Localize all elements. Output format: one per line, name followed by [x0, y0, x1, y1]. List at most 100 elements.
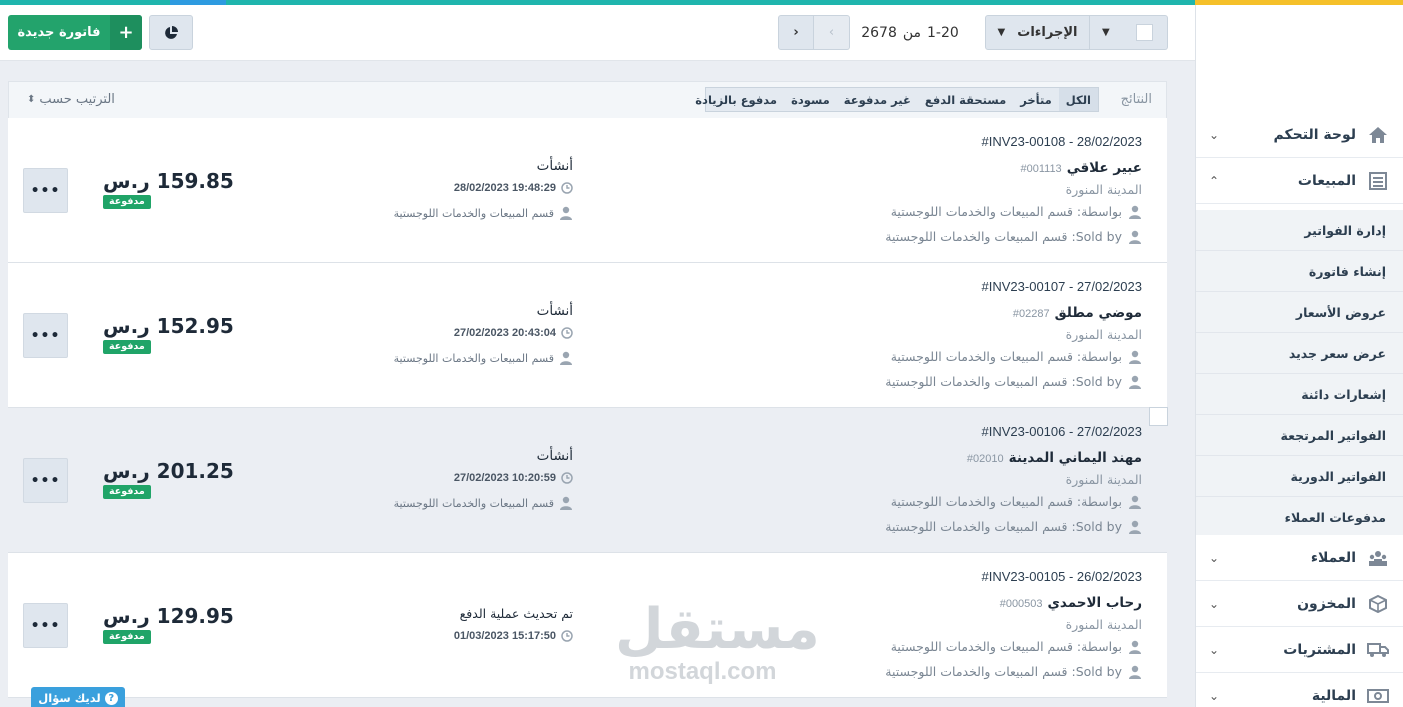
- invoice-amount: 201.25 ر.س: [103, 459, 234, 483]
- tab-due[interactable]: مستحقة الدفع: [918, 88, 1013, 111]
- submenu-item-credit-notes[interactable]: إشعارات دائنة: [1196, 374, 1403, 415]
- submenu-item-quotes[interactable]: عروض الأسعار: [1196, 292, 1403, 333]
- invoice-title[interactable]: #INV23-00106 - 27/02/2023: [982, 424, 1142, 439]
- caret-down-icon: ▼: [997, 27, 1006, 38]
- submenu-item-client-payments[interactable]: مدفوعات العملاء: [1196, 497, 1403, 538]
- client-number: #02010: [966, 453, 1004, 465]
- clock-icon: [561, 327, 573, 339]
- chevron-down-icon: ⌄: [1208, 596, 1220, 611]
- tab-overdue[interactable]: متأخر: [1013, 88, 1059, 111]
- sort-dropdown[interactable]: الترتيب حسب ⬍: [27, 92, 115, 107]
- activity-time-text: 15:17:50 01/03/2023: [453, 630, 556, 642]
- created-by: بواسطة: قسم المبيعات والخدمات اللوجستية: [891, 204, 1142, 219]
- sidebar-item-label: لوحة التحكم: [1273, 126, 1356, 143]
- home-icon: [1366, 124, 1390, 146]
- tab-unpaid[interactable]: غير مدفوعة: [837, 88, 918, 111]
- sidebar-item-clients[interactable]: العملاء ⌄: [1196, 535, 1403, 581]
- sidebar-item-dashboard[interactable]: لوحة التحكم ⌄: [1196, 112, 1403, 158]
- submenu-item-new-quote[interactable]: عرض سعر جديد: [1196, 333, 1403, 374]
- status-badge: مدفوعة: [103, 630, 151, 644]
- chevron-down-icon: ⌄: [1208, 550, 1220, 565]
- client-number: #000503: [999, 598, 1043, 610]
- client-city: المدينة المنورة: [1065, 472, 1142, 487]
- sold-by: Sold by: قسم المبيعات والخدمات اللوجستية: [885, 374, 1142, 389]
- users-icon: [1366, 547, 1390, 569]
- invoice-row[interactable]: #INV23-00108 - 28/02/2023 عبير علاقي #00…: [8, 118, 1167, 263]
- caret-down-icon: ▼: [1102, 27, 1110, 38]
- invoice-title[interactable]: #INV23-00108 - 28/02/2023: [982, 134, 1142, 149]
- client-name[interactable]: موضي مطلق: [1055, 305, 1142, 321]
- chevron-up-icon: ⌃: [1208, 173, 1220, 188]
- sidebar-item-label: العملاء: [1310, 549, 1356, 566]
- activity-title: تم تحديث عملية الدفع: [459, 606, 573, 621]
- sidebar-item-label: المبيعات: [1297, 172, 1356, 189]
- plus-icon: +: [110, 15, 142, 50]
- activity-title: أنشأت: [536, 303, 573, 319]
- watermark: مستقل mostaql.com: [615, 600, 820, 684]
- sort-icon: ⬍: [27, 94, 36, 105]
- pager-prev-button[interactable]: ‹: [814, 15, 850, 50]
- invoice-title[interactable]: #INV23-00105 - 26/02/2023: [982, 569, 1142, 584]
- help-button[interactable]: ? لديك سؤال: [31, 687, 125, 707]
- submenu-item-manage-invoices[interactable]: إدارة الفواتير: [1196, 210, 1403, 251]
- invoice-title[interactable]: #INV23-00107 - 27/02/2023: [982, 279, 1142, 294]
- client-number: #001113: [1020, 163, 1062, 175]
- sold-by-text: Sold by: قسم المبيعات والخدمات اللوجستية: [885, 374, 1122, 389]
- pager-total: 2678: [861, 24, 897, 41]
- actions-dropdown[interactable]: الإجراءات ▼: [985, 15, 1090, 50]
- help-label: لديك سؤال: [38, 691, 101, 705]
- sidebar-item-inventory[interactable]: المخزون ⌄: [1196, 581, 1403, 627]
- chevron-down-icon: ⌄: [1208, 642, 1220, 657]
- truck-icon: [1366, 639, 1390, 661]
- chevron-down-icon: ⌄: [1208, 688, 1220, 703]
- tab-overpaid[interactable]: مدفوع بالزيادة: [688, 88, 784, 111]
- money-icon: [1366, 685, 1390, 707]
- sidebar-item-finance[interactable]: المالية ⌄: [1196, 673, 1403, 707]
- created-by-text: بواسطة: قسم المبيعات والخدمات اللوجستية: [890, 494, 1122, 509]
- activity-dept-text: قسم المبيعات والخدمات اللوجستية: [393, 206, 554, 220]
- row-checkbox[interactable]: [1149, 407, 1168, 426]
- activity-title: أنشأت: [536, 448, 573, 464]
- chevron-down-icon: ⌄: [1208, 127, 1220, 142]
- invoice-row[interactable]: #INV23-00105 - 26/02/2023 رحاب الاحمدي #…: [8, 553, 1167, 698]
- client-name[interactable]: رحاب الاحمدي: [1048, 595, 1142, 611]
- status-tabs: الكل متأخر مستحقة الدفع غير مدفوعة مسودة…: [695, 87, 1099, 112]
- ellipsis-icon: •••: [30, 617, 61, 634]
- submenu-item-refunds[interactable]: الفواتير المرتجعة: [1196, 415, 1403, 456]
- sort-label: الترتيب حسب: [39, 92, 115, 107]
- created-by-text: بواسطة: قسم المبيعات والخدمات اللوجستية: [890, 639, 1122, 654]
- client-name[interactable]: عبير علاقي: [1067, 160, 1142, 176]
- more-options-button[interactable]: •••: [23, 168, 68, 213]
- results-label: النتائج: [1120, 92, 1152, 107]
- pager-next-button[interactable]: ›: [778, 15, 814, 50]
- sold-by: Sold by: قسم المبيعات والخدمات اللوجستية: [885, 664, 1142, 679]
- chevron-right-icon: ›: [793, 25, 799, 40]
- user-icon: [560, 496, 572, 510]
- bulk-select-dropdown[interactable]: ▼: [1090, 15, 1168, 50]
- invoice-row[interactable]: #INV23-00107 - 27/02/2023 موضي مطلق #022…: [8, 263, 1167, 408]
- select-all-checkbox[interactable]: [1136, 24, 1153, 41]
- tab-draft[interactable]: مسودة: [784, 88, 837, 111]
- activity-dept: قسم المبيعات والخدمات اللوجستية: [394, 206, 573, 220]
- sidebar-item-sales[interactable]: المبيعات ⌃: [1196, 158, 1403, 204]
- chart-view-button[interactable]: [149, 15, 193, 50]
- status-badge: مدفوعة: [103, 195, 151, 209]
- sidebar-item-purchases[interactable]: المشتريات ⌄: [1196, 627, 1403, 673]
- more-options-button[interactable]: •••: [23, 313, 68, 358]
- tab-all[interactable]: الكل: [1058, 88, 1098, 111]
- submenu-item-recurring[interactable]: الفواتير الدورية: [1196, 456, 1403, 497]
- submenu-item-create-invoice[interactable]: إنشاء فاتورة: [1196, 251, 1403, 292]
- more-options-button[interactable]: •••: [23, 603, 68, 648]
- user-icon: [1129, 520, 1141, 534]
- user-icon: [1129, 375, 1141, 389]
- client-name[interactable]: مهند اليماني المدينة: [1009, 450, 1142, 466]
- more-options-button[interactable]: •••: [23, 458, 68, 503]
- user-icon: [1129, 665, 1141, 679]
- user-icon: [1129, 205, 1141, 219]
- toolbar: فاتورة جديدة + › ‹ 1-20 من 2678 الإجراءا…: [0, 5, 1195, 61]
- new-invoice-button[interactable]: فاتورة جديدة +: [8, 15, 142, 50]
- ellipsis-icon: •••: [30, 182, 61, 199]
- invoice-row[interactable]: #INV23-00106 - 27/02/2023 مهند اليماني ا…: [8, 408, 1167, 553]
- clock-icon: [561, 182, 573, 194]
- invoice-amount: 159.85 ر.س: [103, 169, 234, 193]
